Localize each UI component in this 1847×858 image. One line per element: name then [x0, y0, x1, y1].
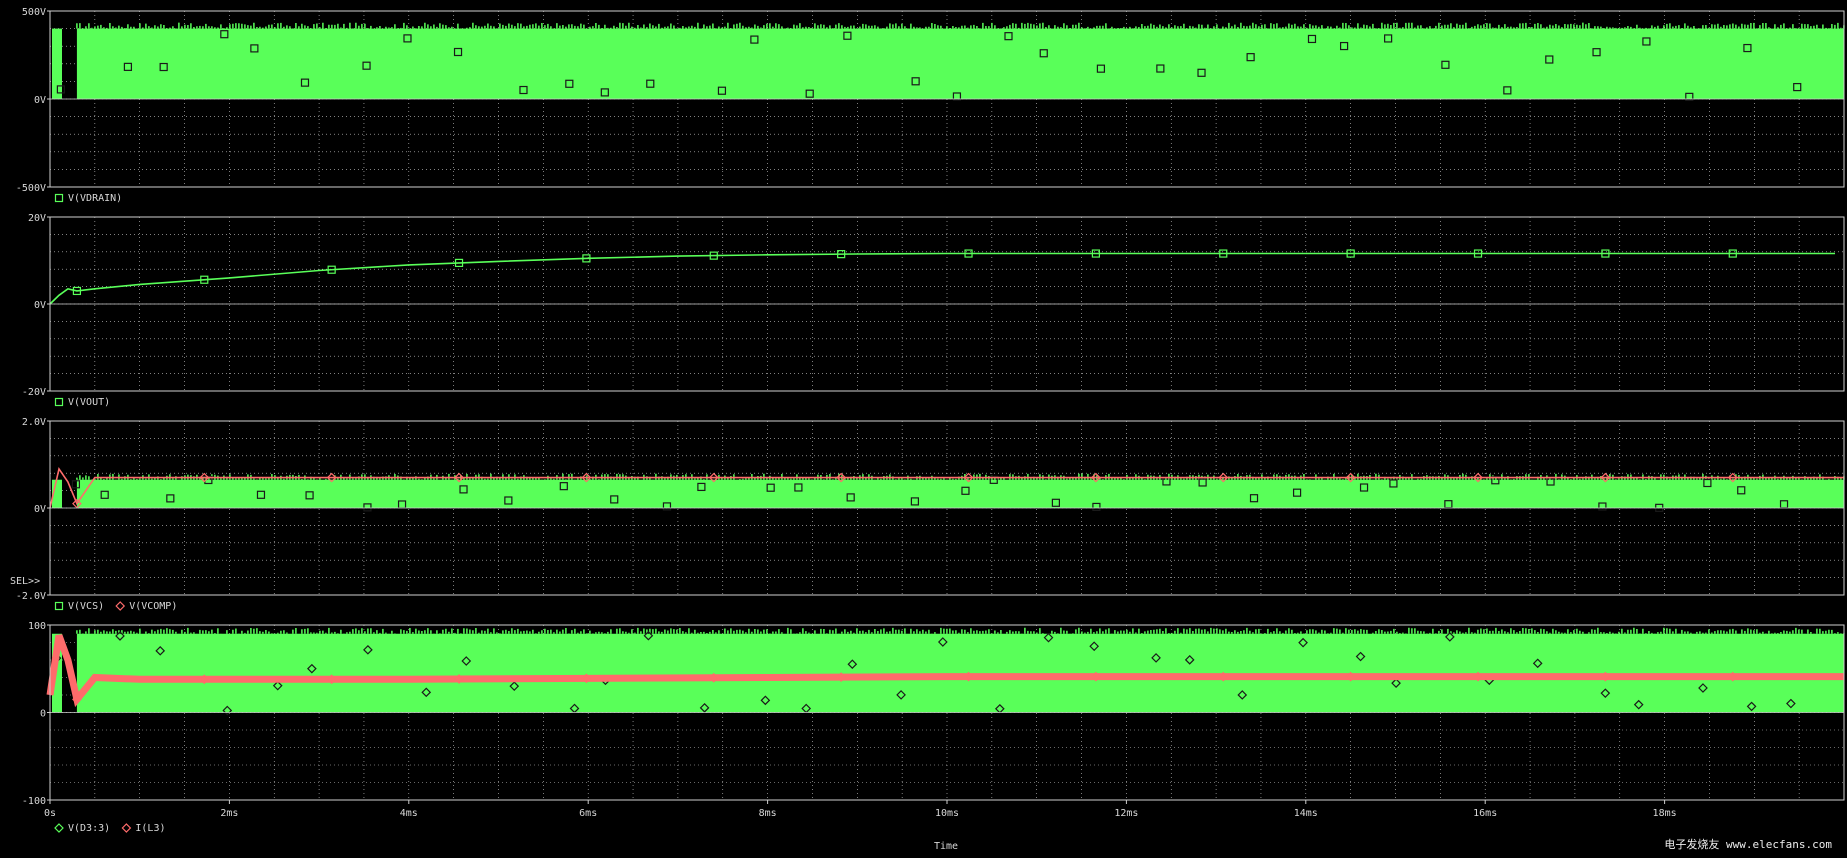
- x-tick-label: 8ms: [759, 808, 777, 819]
- x-tick-label: 2ms: [220, 808, 238, 819]
- y-tick-label: -100: [22, 796, 46, 807]
- oscilloscope-plot: 500V 0V -500V V(VDRAIN) 20V 0V -20V V(VOUT) 2.0V…: [0, 0, 1847, 858]
- x-axis-label: Time: [934, 841, 958, 852]
- watermark: 电子发烧友 www.elecfans.com: [1664, 837, 1832, 851]
- legend-label: V(VCOMP): [129, 601, 177, 612]
- y-tick-label: 100: [28, 621, 46, 632]
- x-tick-label: 0s: [44, 808, 56, 819]
- y-tick-label: 0V: [34, 300, 46, 311]
- x-tick-label: 4ms: [400, 808, 418, 819]
- y-tick-label: 500V: [22, 7, 46, 18]
- x-tick-label: 14ms: [1294, 808, 1318, 819]
- legend-label: V(VDRAIN): [68, 193, 122, 204]
- x-tick-label: 18ms: [1653, 808, 1677, 819]
- sel-marker: SEL>>: [10, 576, 40, 587]
- series-V(VDRAIN): [52, 22, 1845, 101]
- y-tick-label: 2.0V: [22, 417, 46, 428]
- legend-label: V(VOUT): [68, 397, 110, 408]
- y-tick-label: 0V: [34, 504, 46, 515]
- y-tick-label: 0V: [34, 95, 46, 106]
- trace-band: [76, 479, 1844, 508]
- y-tick-label: -2.0V: [16, 591, 46, 602]
- x-tick-label: 6ms: [579, 808, 597, 819]
- legend-label: I(L3): [135, 823, 165, 834]
- y-tick-label: -500V: [16, 183, 46, 194]
- series-V(D3:3): [51, 627, 1845, 716]
- y-tick-label: 20V: [28, 213, 46, 224]
- x-tick-label: 12ms: [1114, 808, 1138, 819]
- y-tick-label: -20V: [22, 387, 46, 398]
- trace-band: [76, 28, 1844, 100]
- x-tick-label: 16ms: [1473, 808, 1497, 819]
- x-tick-label: 10ms: [935, 808, 959, 819]
- legend-label: V(VCS): [68, 601, 104, 612]
- legend-label: V(D3:3): [68, 823, 110, 834]
- y-tick-label: 0: [40, 709, 46, 720]
